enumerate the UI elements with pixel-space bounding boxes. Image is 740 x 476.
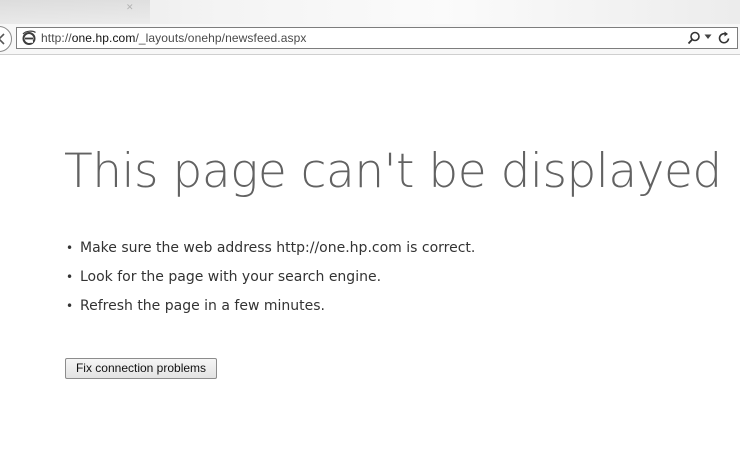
bullet: • (66, 270, 74, 284)
list-item: • Refresh the page in a few minutes. (64, 294, 475, 323)
suggestion-text: Refresh the page in a few minutes. (80, 298, 325, 314)
bullet: • (66, 299, 74, 313)
browser-tab[interactable]: ✕ (0, 0, 150, 24)
ie-page-icon (22, 30, 36, 45)
bullet: • (66, 241, 74, 255)
suggestion-list: • Make sure the web address http://one.h… (64, 236, 475, 323)
back-arrow-icon (0, 33, 5, 45)
search-icon[interactable] (687, 31, 701, 45)
url-host: one.hp.com (71, 31, 136, 45)
url-path: /_layouts/onehp/newsfeed.aspx (135, 31, 307, 45)
tab-strip: ✕ (0, 0, 740, 24)
url-scheme: http:// (41, 31, 72, 45)
suggestion-text: Make sure the web address http://one.hp.… (80, 240, 476, 256)
address-bar-tools (687, 30, 733, 46)
fix-connection-problems-button[interactable]: Fix connection problems (65, 358, 217, 379)
browser-window: ✕ http://one.hp.com/_layouts/onehp/newsf… (0, 0, 740, 476)
list-item: • Make sure the web address http://one.h… (64, 236, 475, 265)
navigation-bar: http://one.hp.com/_layouts/onehp/newsfee… (0, 24, 740, 55)
back-button[interactable] (0, 26, 12, 52)
refresh-icon[interactable] (718, 31, 731, 45)
page-title: This page can't be displayed (64, 144, 722, 199)
chevron-down-icon[interactable] (704, 34, 712, 40)
close-icon[interactable]: ✕ (126, 4, 134, 13)
url-text[interactable]: http://one.hp.com/_layouts/onehp/newsfee… (41, 31, 306, 45)
suggestion-text: Look for the page with your search engin… (80, 269, 382, 285)
address-bar[interactable]: http://one.hp.com/_layouts/onehp/newsfee… (16, 27, 738, 49)
list-item: • Look for the page with your search eng… (64, 265, 475, 294)
